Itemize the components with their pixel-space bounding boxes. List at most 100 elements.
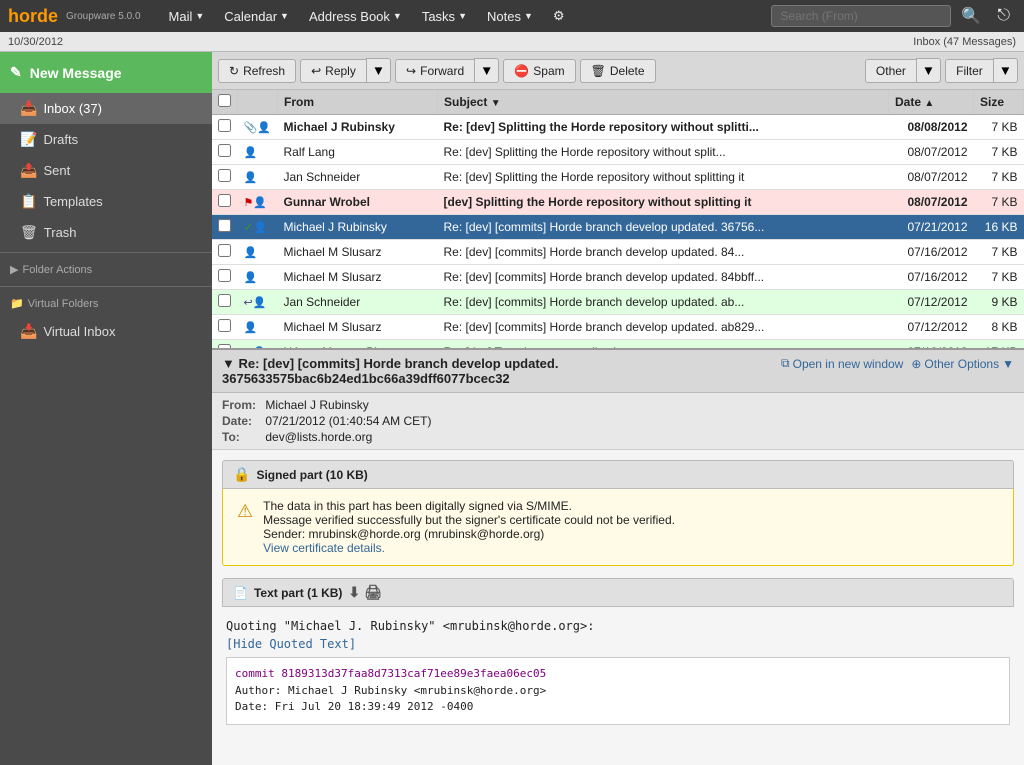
table-row[interactable]: 👤 Jan Schneider Re: [dev] Splitting the … bbox=[212, 165, 1024, 190]
row-checkbox[interactable] bbox=[218, 269, 231, 282]
row-checkbox[interactable] bbox=[218, 144, 231, 157]
row-subject[interactable]: [dev] Splitting the Horde repository wit… bbox=[438, 190, 889, 215]
row-from[interactable]: Héctor Moreno Blanco bbox=[278, 340, 438, 351]
filter-button[interactable]: Filter bbox=[945, 59, 993, 83]
nav-mail[interactable]: Mail ▼ bbox=[161, 5, 213, 28]
other-options-button[interactable]: ⊕ Other Options ▼ bbox=[911, 357, 1014, 371]
row-from[interactable]: Michael J Rubinsky bbox=[278, 215, 438, 240]
row-from[interactable]: Michael J Rubinsky bbox=[278, 115, 438, 140]
other-button[interactable]: Other bbox=[865, 59, 916, 83]
row-checkbox[interactable] bbox=[218, 319, 231, 332]
row-checkbox-cell[interactable] bbox=[212, 115, 238, 140]
new-message-button[interactable]: ✎ New Message bbox=[0, 52, 212, 93]
row-from[interactable]: Michael M Slusarz bbox=[278, 240, 438, 265]
reply-button[interactable]: ↩ Reply bbox=[300, 59, 366, 83]
text-part-header[interactable]: 📄 Text part (1 KB) ⬇ 🖨 bbox=[222, 578, 1014, 607]
table-row[interactable]: 📎👤 Michael J Rubinsky Re: [dev] Splittin… bbox=[212, 115, 1024, 140]
sidebar-item-trash[interactable]: 🗑 Trash bbox=[0, 217, 212, 248]
table-row[interactable]: ↪👤 Héctor Moreno Blanco Re: [dev] Templa… bbox=[212, 340, 1024, 351]
sidebar-item-sent[interactable]: 📤 Sent bbox=[0, 155, 212, 186]
row-date[interactable]: 07/12/2012 bbox=[889, 315, 974, 340]
col-header-date[interactable]: Date ▲ bbox=[889, 90, 974, 115]
row-checkbox-cell[interactable] bbox=[212, 140, 238, 165]
row-date[interactable]: 07/10/2012 bbox=[889, 340, 974, 351]
row-subject[interactable]: Re: [dev] [commits] Horde branch develop… bbox=[438, 215, 889, 240]
row-subject[interactable]: Re: [dev] Splitting the Horde repository… bbox=[438, 165, 889, 190]
forward-button[interactable]: ↪ Forward bbox=[395, 59, 474, 83]
row-subject[interactable]: Re: [dev] Splitting the Horde repository… bbox=[438, 115, 889, 140]
row-subject[interactable]: Re: [dev] [commits] Horde branch develop… bbox=[438, 240, 889, 265]
search-input[interactable] bbox=[771, 5, 951, 27]
table-row[interactable]: ✓👤 Michael J Rubinsky Re: [dev] [commits… bbox=[212, 215, 1024, 240]
row-checkbox-cell[interactable] bbox=[212, 265, 238, 290]
row-checkbox[interactable] bbox=[218, 169, 231, 182]
table-row[interactable]: 👤 Michael M Slusarz Re: [dev] [commits] … bbox=[212, 265, 1024, 290]
logout-button[interactable]: ⎋ bbox=[991, 3, 1016, 29]
sidebar-item-inbox[interactable]: 📥 Inbox (37) bbox=[0, 93, 212, 124]
row-from[interactable]: Gunnar Wrobel bbox=[278, 190, 438, 215]
col-header-check[interactable] bbox=[212, 90, 238, 115]
sidebar-item-drafts[interactable]: 📝 Drafts bbox=[0, 124, 212, 155]
forward-dropdown-button[interactable]: ▼ bbox=[474, 58, 499, 83]
row-checkbox-cell[interactable] bbox=[212, 240, 238, 265]
row-checkbox-cell[interactable] bbox=[212, 215, 238, 240]
row-date[interactable]: 08/07/2012 bbox=[889, 165, 974, 190]
row-from[interactable]: Ralf Lang bbox=[278, 140, 438, 165]
search-button[interactable]: 🔍 bbox=[955, 2, 987, 30]
nav-address-book[interactable]: Address Book ▼ bbox=[301, 5, 410, 28]
settings-button[interactable]: ⚙ bbox=[545, 4, 573, 28]
row-subject[interactable]: Re: [dev] [commits] Horde branch develop… bbox=[438, 265, 889, 290]
row-from[interactable]: Jan Schneider bbox=[278, 290, 438, 315]
row-date[interactable]: 08/07/2012 bbox=[889, 140, 974, 165]
row-date[interactable]: 07/12/2012 bbox=[889, 290, 974, 315]
col-header-size[interactable]: Size bbox=[974, 90, 1024, 115]
row-checkbox[interactable] bbox=[218, 194, 231, 207]
col-header-from[interactable]: From bbox=[278, 90, 438, 115]
open-in-new-window-button[interactable]: ⧉ Open in new window bbox=[781, 356, 903, 371]
reply-dropdown-button[interactable]: ▼ bbox=[366, 58, 391, 83]
col-header-subject[interactable]: Subject ▼ bbox=[438, 90, 889, 115]
filter-dropdown-button[interactable]: ▼ bbox=[993, 58, 1018, 83]
nav-calendar[interactable]: Calendar ▼ bbox=[216, 5, 297, 28]
delete-button[interactable]: 🗑 Delete bbox=[580, 59, 656, 83]
view-cert-link[interactable]: View certificate details. bbox=[263, 541, 385, 555]
row-checkbox-cell[interactable] bbox=[212, 340, 238, 351]
sidebar-item-templates[interactable]: 📋 Templates bbox=[0, 186, 212, 217]
table-row[interactable]: 👤 Michael M Slusarz Re: [dev] [commits] … bbox=[212, 240, 1024, 265]
row-from[interactable]: Jan Schneider bbox=[278, 165, 438, 190]
download-icon[interactable]: ⬇ bbox=[348, 584, 360, 601]
table-row[interactable]: 👤 Michael M Slusarz Re: [dev] [commits] … bbox=[212, 315, 1024, 340]
nav-notes[interactable]: Notes ▼ bbox=[479, 5, 541, 28]
folder-actions-section[interactable]: ▶ Folder Actions bbox=[0, 257, 212, 282]
select-all-checkbox[interactable] bbox=[218, 94, 231, 107]
row-checkbox[interactable] bbox=[218, 244, 231, 257]
row-from[interactable]: Michael M Slusarz bbox=[278, 265, 438, 290]
table-row[interactable]: ↩👤 Jan Schneider Re: [dev] [commits] Hor… bbox=[212, 290, 1024, 315]
nav-tasks[interactable]: Tasks ▼ bbox=[414, 5, 475, 28]
row-checkbox[interactable] bbox=[218, 294, 231, 307]
row-from[interactable]: Michael M Slusarz bbox=[278, 315, 438, 340]
row-subject[interactable]: Re: [dev] [commits] Horde branch develop… bbox=[438, 315, 889, 340]
sidebar-item-virtual-inbox[interactable]: 📥 Virtual Inbox bbox=[0, 316, 212, 347]
table-row[interactable]: ⚑👤 Gunnar Wrobel [dev] Splitting the Hor… bbox=[212, 190, 1024, 215]
row-date[interactable]: 08/07/2012 bbox=[889, 190, 974, 215]
row-date[interactable]: 07/16/2012 bbox=[889, 265, 974, 290]
row-date[interactable]: 08/08/2012 bbox=[889, 115, 974, 140]
print-icon[interactable]: 🖨 bbox=[364, 584, 382, 601]
row-checkbox[interactable] bbox=[218, 219, 231, 232]
row-date[interactable]: 07/21/2012 bbox=[889, 215, 974, 240]
row-date[interactable]: 07/16/2012 bbox=[889, 240, 974, 265]
other-dropdown-button[interactable]: ▼ bbox=[916, 58, 941, 83]
row-subject[interactable]: Re: [dev] [commits] Horde branch develop… bbox=[438, 290, 889, 315]
row-checkbox-cell[interactable] bbox=[212, 315, 238, 340]
table-row[interactable]: 👤 Ralf Lang Re: [dev] Splitting the Hord… bbox=[212, 140, 1024, 165]
row-subject[interactable]: Re: [dev] Splitting the Horde repository… bbox=[438, 140, 889, 165]
signed-part-header[interactable]: 🔒 Signed part (10 KB) bbox=[222, 460, 1014, 489]
row-checkbox[interactable] bbox=[218, 119, 231, 132]
virtual-folders-section[interactable]: 📁 Virtual Folders bbox=[0, 291, 212, 316]
row-subject[interactable]: Re: [dev] Template new applications bbox=[438, 340, 889, 351]
row-checkbox-cell[interactable] bbox=[212, 290, 238, 315]
refresh-button[interactable]: ↻ Refresh bbox=[218, 59, 296, 83]
row-checkbox-cell[interactable] bbox=[212, 190, 238, 215]
row-checkbox-cell[interactable] bbox=[212, 165, 238, 190]
